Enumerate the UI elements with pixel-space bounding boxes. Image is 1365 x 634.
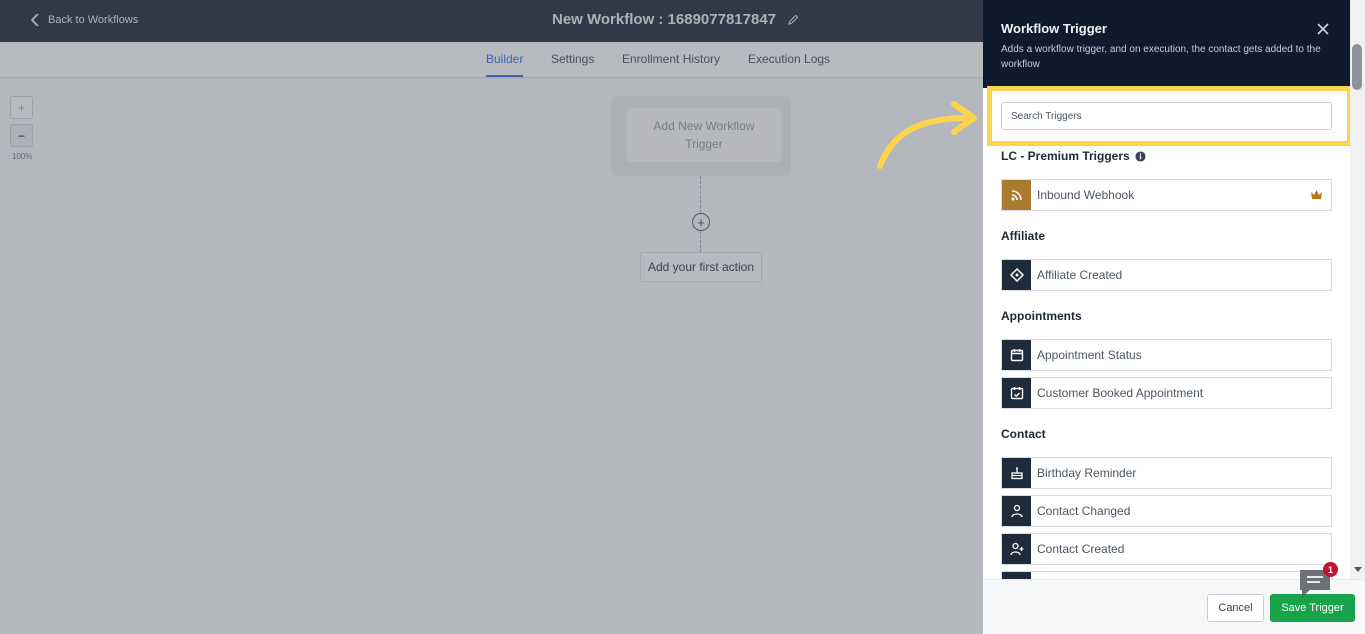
rss-icon xyxy=(1002,180,1031,210)
panel-description: Adds a workflow trigger, and on executio… xyxy=(1001,44,1321,70)
user-plus-icon xyxy=(1002,534,1031,564)
cake-icon xyxy=(1002,458,1031,488)
trigger-item-birthday-reminder[interactable]: Birthday Reminder xyxy=(1001,457,1332,489)
info-icon[interactable] xyxy=(1135,150,1146,162)
trigger-item-contact-changed[interactable]: Contact Changed xyxy=(1001,495,1332,527)
trigger-label: Inbound Webhook xyxy=(1037,188,1135,202)
crown-icon xyxy=(1311,190,1322,199)
trigger-label: Contact Created xyxy=(1037,542,1125,556)
workflow-trigger-panel: Workflow Trigger Adds a workflow trigger… xyxy=(983,0,1365,634)
users-icon xyxy=(1002,496,1031,526)
trigger-label: Contact Changed xyxy=(1037,504,1131,518)
trigger-label: Customer Booked Appointment xyxy=(1037,386,1204,400)
section-title: Appointments xyxy=(1001,309,1082,323)
calendar-icon xyxy=(1002,340,1031,370)
chat-notification-badge: 1 xyxy=(1323,562,1338,577)
trigger-label: Birthday Reminder xyxy=(1037,466,1137,480)
trigger-item-customer-booked-appointment[interactable]: Customer Booked Appointment xyxy=(1001,377,1332,409)
modal-overlay xyxy=(0,0,983,634)
search-triggers-input[interactable] xyxy=(1001,102,1332,130)
section-affiliate: Affiliate xyxy=(1001,229,1045,243)
section-title: Affiliate xyxy=(1001,229,1046,243)
trigger-label: Affiliate Created xyxy=(1037,268,1123,282)
trigger-item-appointment-status[interactable]: Appointment Status xyxy=(1001,339,1332,371)
cancel-button[interactable]: Cancel xyxy=(1207,594,1264,622)
scrollbar-thumb[interactable] xyxy=(1352,44,1362,90)
section-title: LC - Premium Triggers xyxy=(1001,149,1130,163)
panel-title: Workflow Trigger xyxy=(1001,21,1107,36)
scroll-down-arrow-icon[interactable] xyxy=(1354,567,1362,572)
calendar-check-icon xyxy=(1002,378,1031,408)
close-icon[interactable] xyxy=(1316,22,1330,36)
trigger-item-affiliate-created[interactable]: Affiliate Created xyxy=(1001,259,1332,291)
section-appointments: Appointments xyxy=(1001,309,1082,323)
section-title: Contact xyxy=(1001,427,1046,441)
section-contact: Contact xyxy=(1001,427,1046,441)
trigger-item-inbound-webhook[interactable]: Inbound Webhook xyxy=(1001,179,1332,211)
trigger-label: Appointment Status xyxy=(1037,348,1142,362)
trigger-item-contact-created[interactable]: Contact Created xyxy=(1001,533,1332,565)
panel-header: Workflow Trigger Adds a workflow trigger… xyxy=(983,0,1351,88)
annotation-arrow-icon xyxy=(877,101,977,169)
section-lc-premium-triggers: LC - Premium Triggers xyxy=(1001,149,1146,163)
tag-icon xyxy=(1002,260,1031,290)
